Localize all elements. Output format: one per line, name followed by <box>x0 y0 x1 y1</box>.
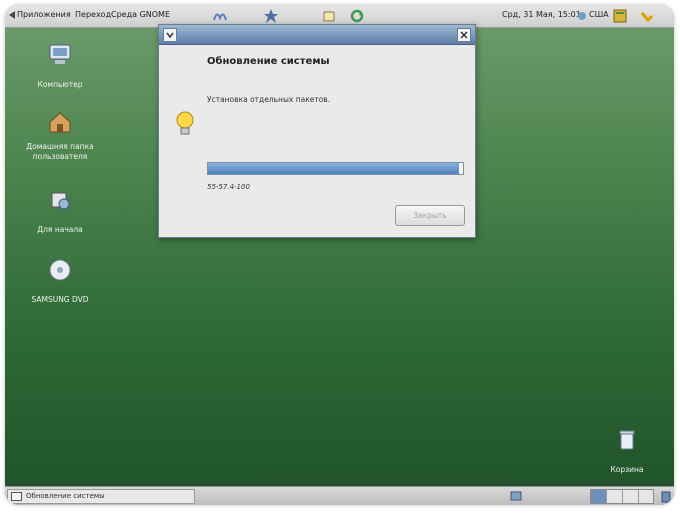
menu-arrow-icon <box>9 11 15 19</box>
bottom-panel: Обновление системы <box>5 486 674 505</box>
show-desktop-icon[interactable] <box>510 490 522 502</box>
dialog-message: Установка отдельных пакетов. <box>207 95 331 104</box>
notes-icon[interactable] <box>612 8 628 24</box>
desktop-icon-label: Домашняя папка пользователя <box>26 142 94 161</box>
chevron-down-icon <box>166 32 174 39</box>
desktop-icon-label: Компьютер <box>37 80 83 89</box>
taskbar-item-label: Обновление системы <box>26 492 105 500</box>
menu-places[interactable]: Переход <box>75 10 111 19</box>
clock[interactable]: Срд, 31 Мая, 15:01 <box>502 10 581 19</box>
workspace-3[interactable] <box>622 490 638 503</box>
taskbar-item[interactable]: Обновление системы <box>7 489 195 504</box>
workspace-4[interactable] <box>638 490 654 503</box>
window-menu-button[interactable] <box>163 28 177 42</box>
menu-applications[interactable]: Приложения <box>17 10 71 19</box>
keyboard-icon <box>578 12 586 20</box>
workspace-switcher[interactable] <box>590 489 654 504</box>
lightbulb-icon <box>176 111 194 135</box>
desktop-icon-computer[interactable]: Компьютер <box>5 42 115 91</box>
desktop-icon-start[interactable]: Для начала <box>5 187 115 236</box>
computer-icon <box>49 44 71 64</box>
progress-fill <box>208 163 460 174</box>
network-icon[interactable] <box>321 8 337 24</box>
progress-bar <box>207 162 464 175</box>
workspace-1[interactable] <box>591 490 606 503</box>
progress-text: 55-57.4-100 <box>207 183 250 191</box>
launcher-icon[interactable] <box>212 8 228 24</box>
desktop-icon-dvd[interactable]: SAMSUNG DVD <box>5 257 115 306</box>
update-dialog: Обновление системы Установка отдельных п… <box>158 24 476 238</box>
trash-icon <box>619 430 635 450</box>
desktop-icon-label: SAMSUNG DVD <box>31 295 89 304</box>
refresh-icon[interactable] <box>349 8 365 24</box>
desktop-screen: Приложения Переход Среда GNOME Срд, 31 М… <box>5 5 674 505</box>
dialog-titlebar[interactable] <box>159 25 475 45</box>
tools-icon <box>51 192 70 210</box>
keyboard-layout[interactable]: США <box>589 10 609 19</box>
workspace-2[interactable] <box>606 490 622 503</box>
window-icon <box>11 492 22 501</box>
desktop-icon-home[interactable]: Домашняя папка пользователя <box>5 109 115 163</box>
trash-applet-icon[interactable] <box>659 489 673 503</box>
menu-gnome-session[interactable]: Среда GNOME <box>111 10 170 19</box>
home-icon <box>49 112 71 133</box>
notification-icon[interactable] <box>639 8 655 24</box>
dvd-icon <box>49 259 71 281</box>
close-dialog-button[interactable]: Закрыть <box>395 205 465 226</box>
desktop-icon-label: Для начала <box>37 225 83 234</box>
desktop-icon-label: Корзина <box>610 465 644 474</box>
help-icon[interactable] <box>263 8 279 24</box>
close-button[interactable] <box>457 28 471 42</box>
desktop-icon-trash[interactable]: Корзина <box>572 427 674 476</box>
close-icon <box>460 31 468 39</box>
dialog-title: Обновление системы <box>207 56 330 67</box>
